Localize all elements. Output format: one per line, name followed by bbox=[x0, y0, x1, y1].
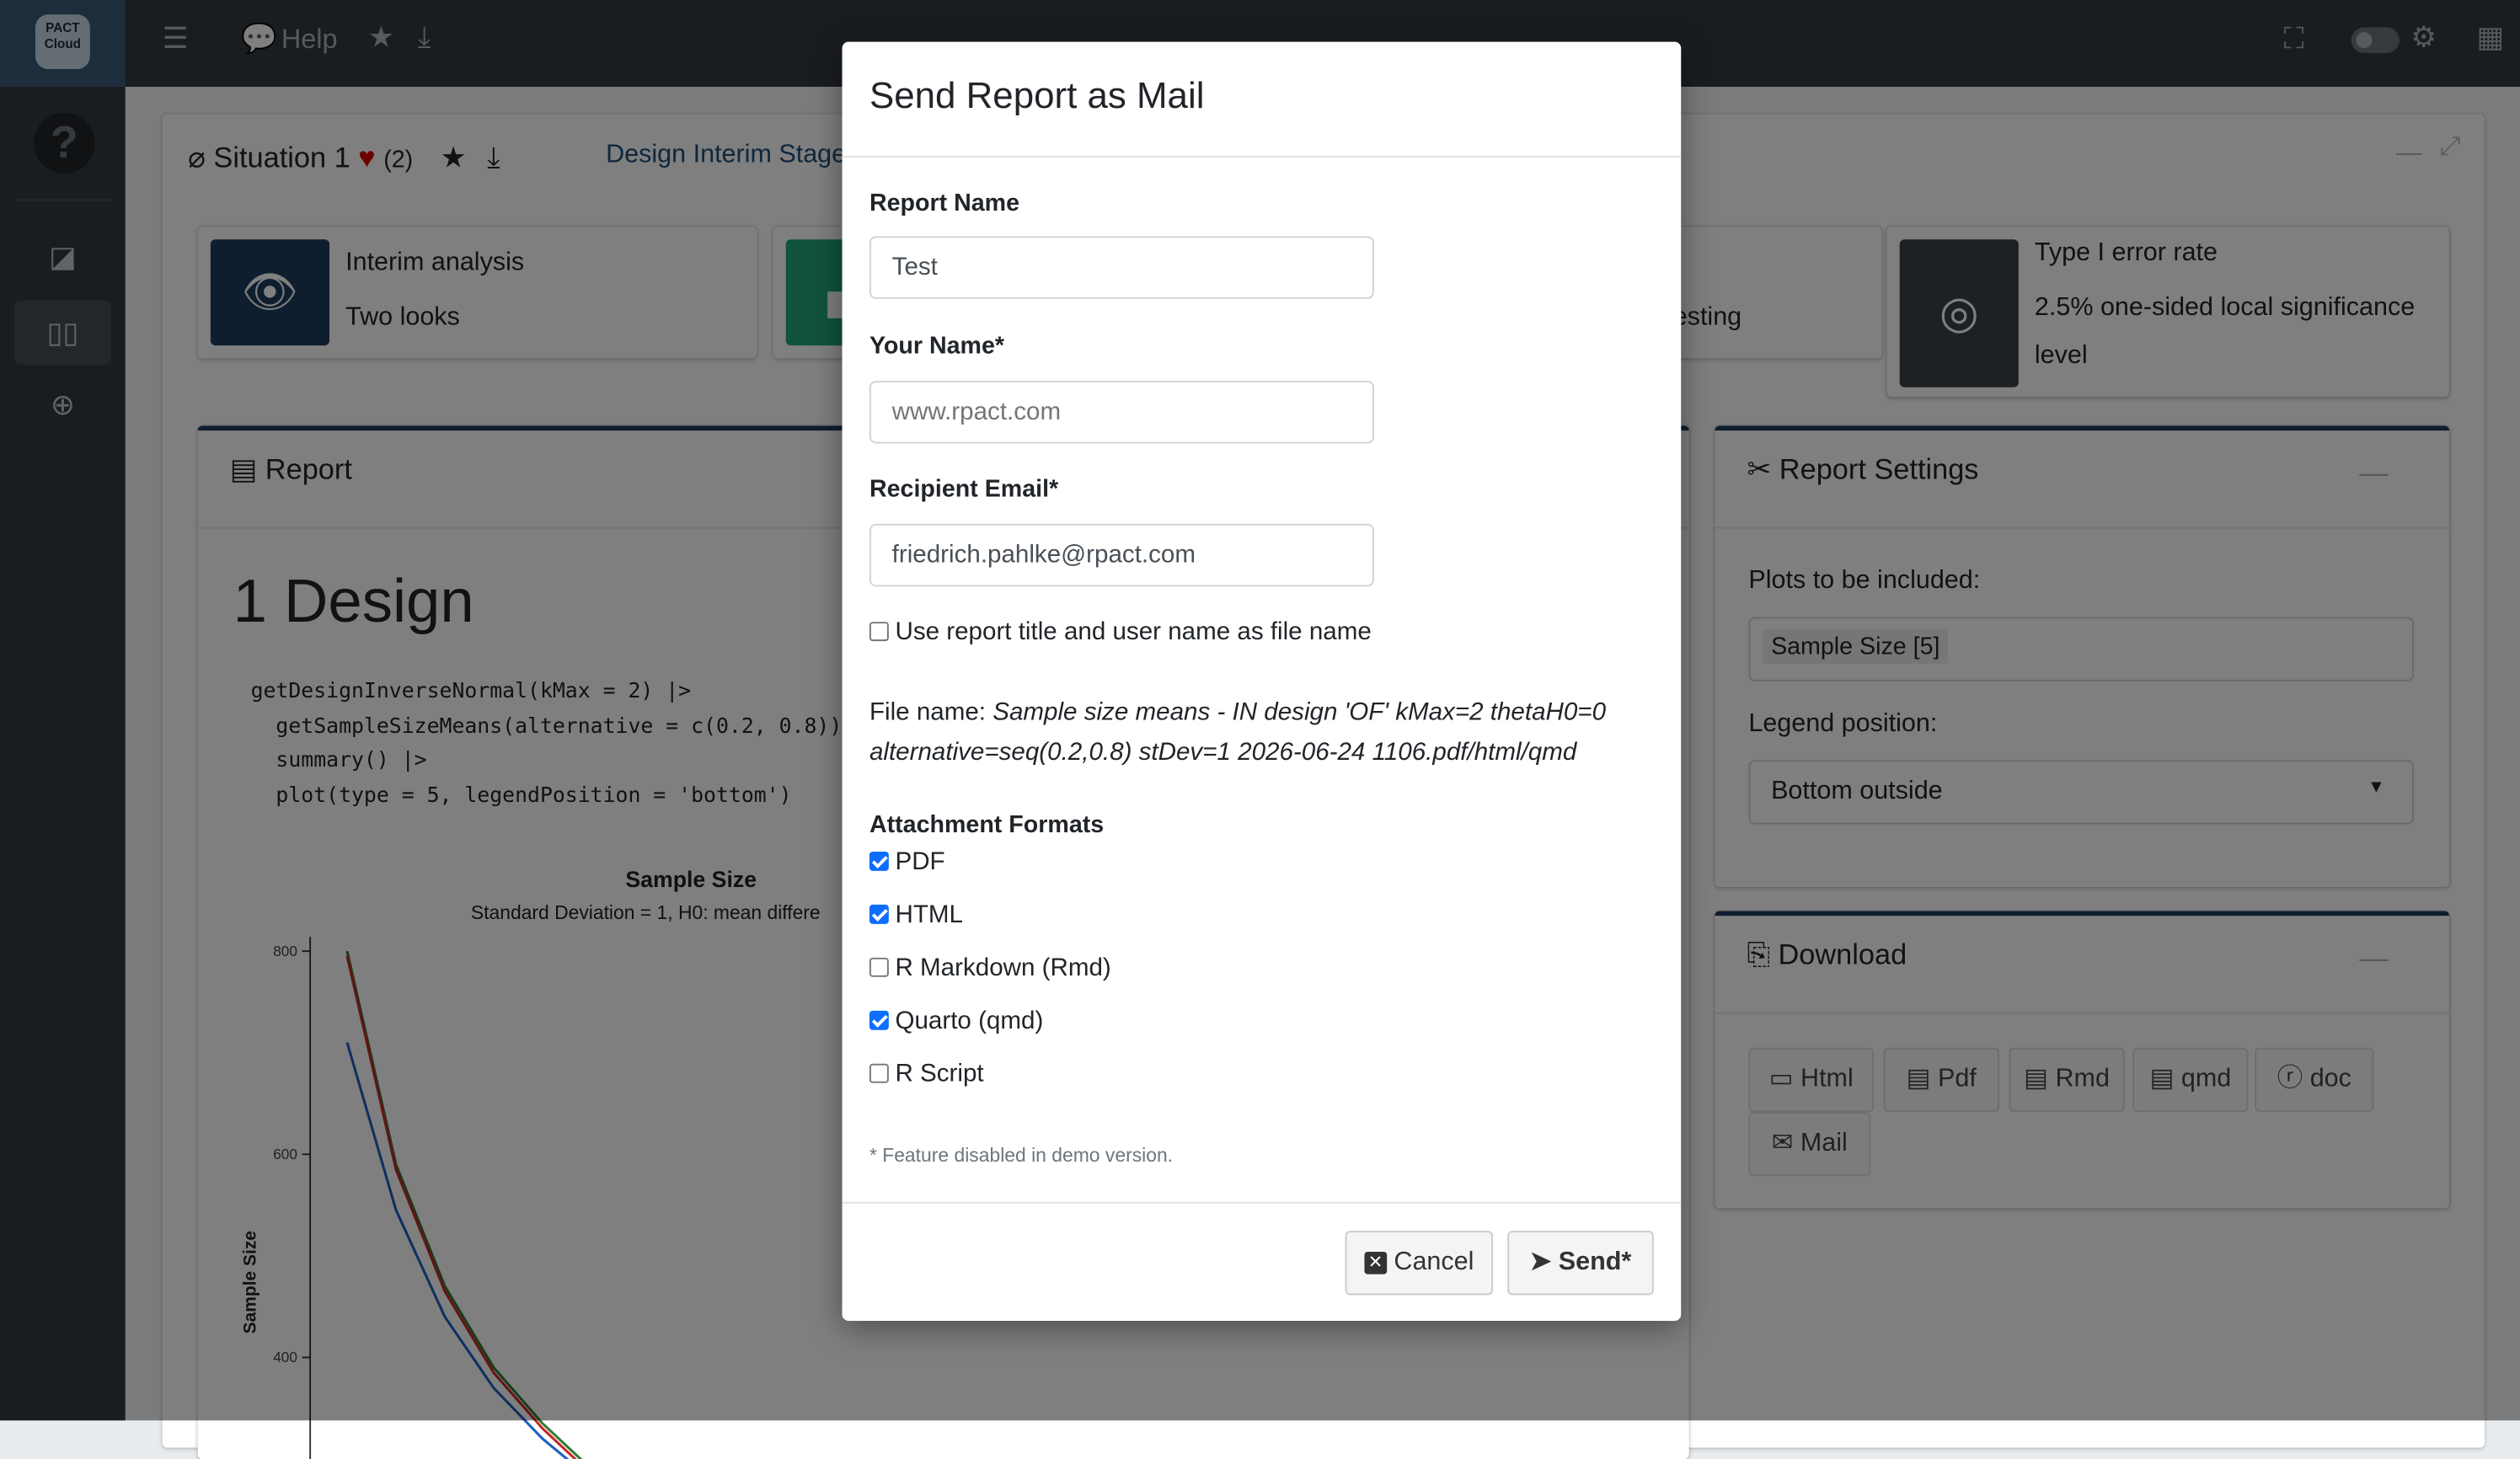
format-rmd-checkbox[interactable] bbox=[869, 957, 889, 977]
modal-header: Send Report as Mail bbox=[842, 42, 1682, 158]
format-html-row[interactable]: HTML bbox=[869, 901, 963, 930]
your-name-label: Your Name* bbox=[869, 332, 1005, 361]
send-button[interactable]: ➤ Send* bbox=[1507, 1231, 1654, 1296]
format-qmd-checkbox[interactable] bbox=[869, 1010, 889, 1030]
close-icon: ✕ bbox=[1364, 1251, 1387, 1275]
format-rmd-row[interactable]: R Markdown (Rmd) bbox=[869, 954, 1111, 983]
modal-title: Send Report as Mail bbox=[869, 73, 1205, 116]
formats-label: Attachment Formats bbox=[869, 811, 1105, 839]
format-label: Quarto (qmd) bbox=[895, 1007, 1044, 1035]
email-input[interactable] bbox=[869, 523, 1374, 587]
format-qmd-row[interactable]: Quarto (qmd) bbox=[869, 1007, 1043, 1036]
email-label: Recipient Email* bbox=[869, 475, 1059, 504]
format-label: R Markdown (Rmd) bbox=[895, 954, 1111, 982]
use-title-checkbox[interactable] bbox=[869, 622, 889, 642]
report-name-input[interactable] bbox=[869, 236, 1374, 299]
format-pdf-row[interactable]: PDF bbox=[869, 848, 945, 877]
format-rscript-row[interactable]: R Script bbox=[869, 1061, 984, 1089]
format-label: HTML bbox=[895, 901, 963, 929]
your-name-input[interactable] bbox=[869, 381, 1374, 444]
use-title-checkbox-row[interactable]: Use report title and user name as file n… bbox=[869, 618, 1372, 647]
cancel-button[interactable]: ✕ Cancel bbox=[1345, 1231, 1494, 1296]
modal-footer: ✕ Cancel ➤ Send* bbox=[842, 1201, 1682, 1323]
use-title-label: Use report title and user name as file n… bbox=[895, 618, 1372, 646]
format-label: PDF bbox=[895, 848, 945, 876]
format-html-checkbox[interactable] bbox=[869, 904, 889, 924]
format-rscript-checkbox[interactable] bbox=[869, 1063, 889, 1083]
report-name-label: Report Name bbox=[869, 190, 1020, 217]
demo-note: * Feature disabled in demo version. bbox=[869, 1144, 1174, 1167]
paper-plane-icon: ➤ bbox=[1529, 1248, 1552, 1276]
send-report-modal: Send Report as Mail Report Name Your Nam… bbox=[842, 41, 1682, 1323]
file-name-line1: Sample size means - IN design 'OF' kMax=… bbox=[992, 698, 1607, 727]
file-name-text: File name: Sample size means - IN design… bbox=[869, 692, 1625, 772]
format-label: R Script bbox=[895, 1060, 984, 1088]
format-pdf-checkbox[interactable] bbox=[869, 851, 889, 871]
file-name-label: File name: bbox=[869, 698, 987, 727]
file-name-line2: alternative=seq(0.2,0.8) stDev=1 2026-06… bbox=[869, 739, 1577, 767]
